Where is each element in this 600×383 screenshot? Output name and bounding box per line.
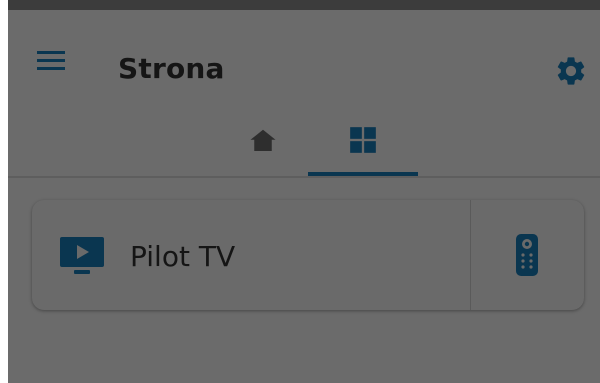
home-icon bbox=[250, 129, 276, 151]
header-divider bbox=[8, 176, 600, 178]
settings-button[interactable] bbox=[554, 54, 588, 88]
tab-bar bbox=[8, 114, 600, 176]
status-bar bbox=[8, 0, 600, 10]
remote-button[interactable] bbox=[471, 200, 584, 310]
tab-devices[interactable] bbox=[308, 114, 418, 176]
app-screen: Strona Pilot TV bbox=[8, 0, 600, 383]
tv-play-icon bbox=[60, 237, 104, 274]
grid-icon bbox=[350, 127, 376, 153]
tab-home[interactable] bbox=[218, 114, 308, 176]
app-bar: Strona bbox=[8, 10, 600, 114]
hamburger-menu-icon bbox=[37, 51, 65, 70]
device-card: Pilot TV bbox=[32, 200, 584, 310]
gear-icon bbox=[557, 57, 585, 85]
menu-button[interactable] bbox=[37, 48, 65, 72]
device-card-main[interactable]: Pilot TV bbox=[32, 200, 470, 310]
remote-control-icon bbox=[516, 234, 538, 276]
device-label: Pilot TV bbox=[130, 240, 236, 273]
page-title: Strona bbox=[118, 52, 225, 85]
